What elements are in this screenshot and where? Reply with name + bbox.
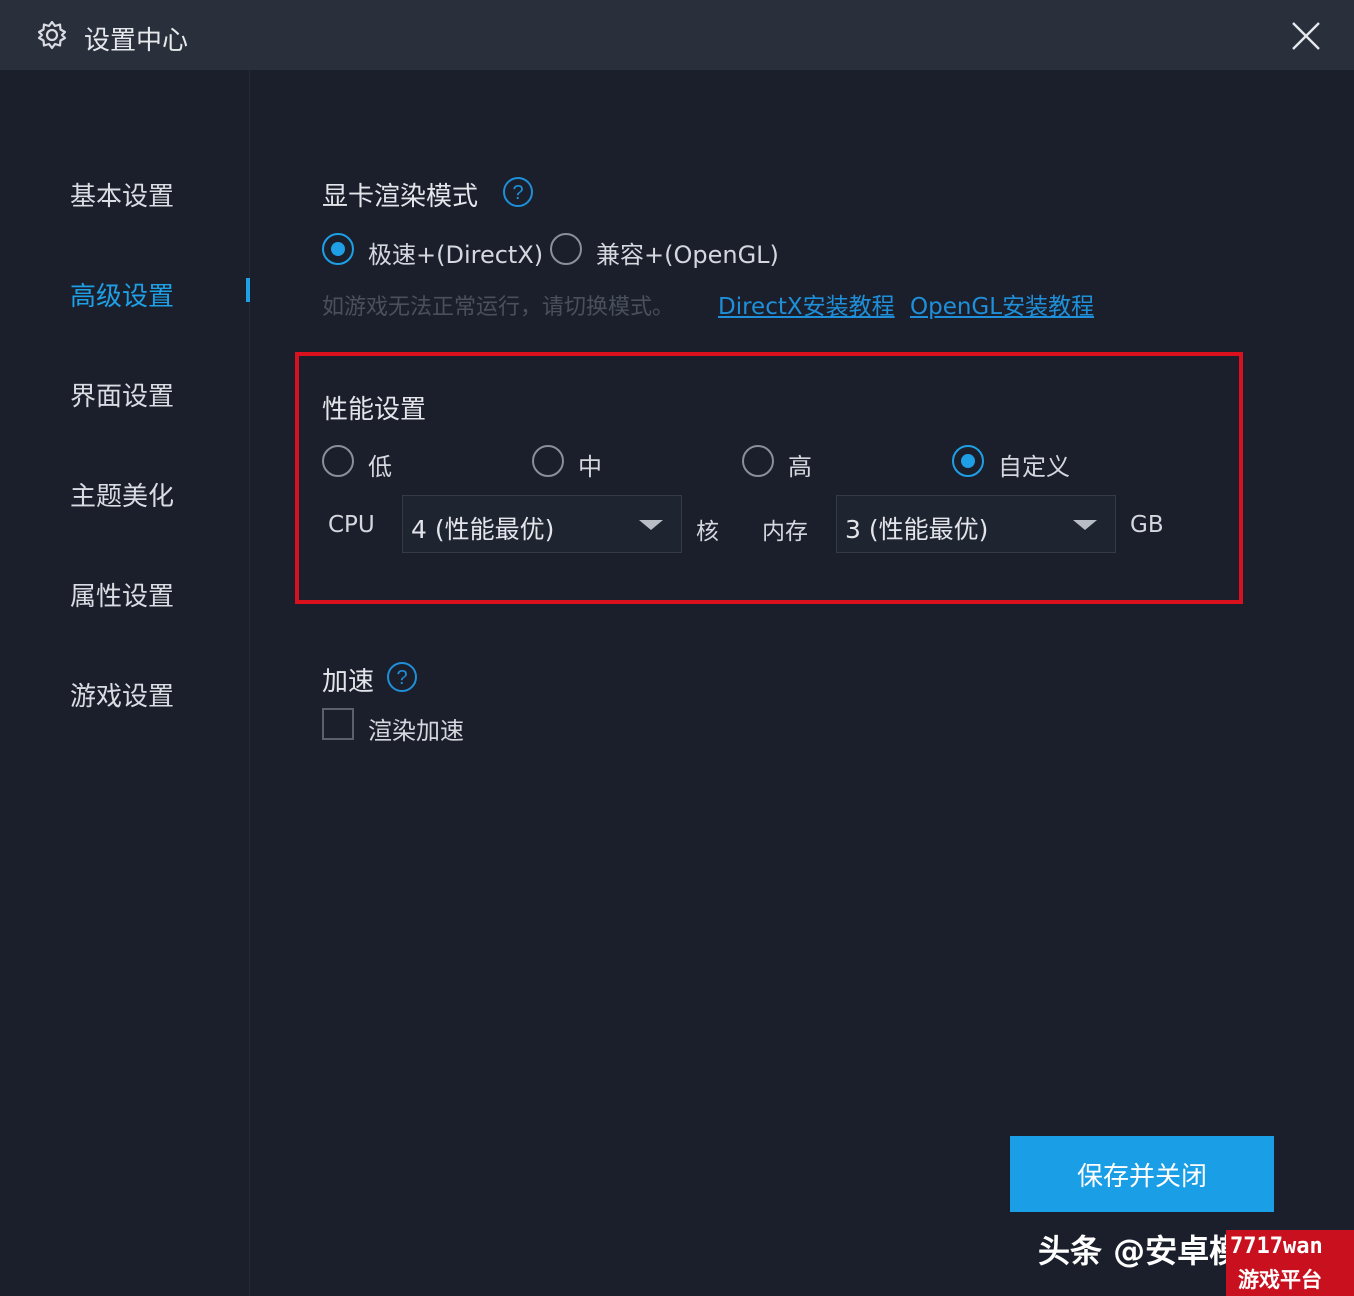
- chevron-down-icon: [639, 520, 663, 530]
- cpu-label: CPU: [328, 512, 375, 538]
- radio-perf-medium[interactable]: [532, 445, 564, 477]
- radio-perf-custom-label: 自定义: [998, 453, 1070, 481]
- memory-unit: GB: [1130, 512, 1164, 538]
- question-circle-icon[interactable]: ?: [386, 661, 418, 693]
- radio-opengl-label: 兼容+(OpenGL): [596, 241, 779, 269]
- memory-select-value: 3 (性能最优): [845, 515, 989, 544]
- render-mode-title: 显卡渲染模式: [322, 182, 479, 212]
- radio-opengl[interactable]: [550, 233, 582, 265]
- svg-text:?: ?: [396, 667, 407, 689]
- radio-directx[interactable]: [322, 233, 354, 265]
- radio-directx-label: 极速+(DirectX): [368, 241, 544, 269]
- radio-perf-low-label: 低: [368, 453, 392, 481]
- close-icon[interactable]: [1288, 18, 1324, 54]
- sidebar-item-interface[interactable]: 界面设置: [70, 376, 174, 413]
- render-acceleration-checkbox[interactable]: [322, 708, 354, 740]
- sidebar-item-advanced[interactable]: 高级设置: [70, 276, 174, 313]
- gear-icon: [37, 20, 67, 50]
- title-bar: 设置中心: [0, 0, 1354, 70]
- memory-label: 内存: [762, 519, 808, 545]
- sidebar-item-basic[interactable]: 基本设置: [70, 176, 174, 213]
- watermark-text: 头条 @安卓模拟: [1038, 1232, 1234, 1270]
- render-acceleration-label: 渲染加速: [368, 717, 464, 745]
- radio-perf-high-label: 高: [788, 453, 812, 481]
- site-logo: 7717wan 游戏平台: [1226, 1230, 1354, 1296]
- cpu-select[interactable]: 4 (性能最优): [402, 495, 682, 553]
- window-title: 设置中心: [84, 26, 189, 56]
- svg-text:?: ?: [512, 182, 523, 204]
- save-and-close-button[interactable]: 保存并关闭: [1010, 1136, 1274, 1212]
- render-mode-hint: 如游戏无法正常运行，请切换模式。: [322, 295, 675, 320]
- logo-top-text: 7717wan: [1230, 1234, 1323, 1259]
- sidebar-item-properties[interactable]: 属性设置: [70, 576, 174, 613]
- question-circle-icon[interactable]: ?: [502, 176, 534, 208]
- sidebar-item-theme[interactable]: 主题美化: [70, 476, 174, 513]
- sidebar-item-game[interactable]: 游戏设置: [70, 676, 174, 713]
- opengl-tutorial-link[interactable]: OpenGL安装教程: [910, 287, 1094, 321]
- performance-title: 性能设置: [322, 395, 427, 425]
- directx-tutorial-link[interactable]: DirectX安装教程: [718, 287, 895, 321]
- chevron-down-icon: [1073, 520, 1097, 530]
- acceleration-title: 加速: [322, 667, 375, 697]
- memory-select[interactable]: 3 (性能最优): [836, 495, 1116, 553]
- logo-bottom-text: 游戏平台: [1238, 1268, 1322, 1292]
- radio-perf-high[interactable]: [742, 445, 774, 477]
- radio-perf-custom[interactable]: [952, 445, 984, 477]
- sidebar: 基本设置 高级设置 界面设置 主题美化 属性设置 游戏设置: [0, 70, 250, 1296]
- radio-perf-low[interactable]: [322, 445, 354, 477]
- cpu-unit: 核: [696, 519, 719, 545]
- active-indicator: [246, 278, 250, 302]
- highlight-box: [295, 352, 1243, 604]
- radio-perf-medium-label: 中: [578, 453, 602, 481]
- cpu-select-value: 4 (性能最优): [411, 515, 555, 544]
